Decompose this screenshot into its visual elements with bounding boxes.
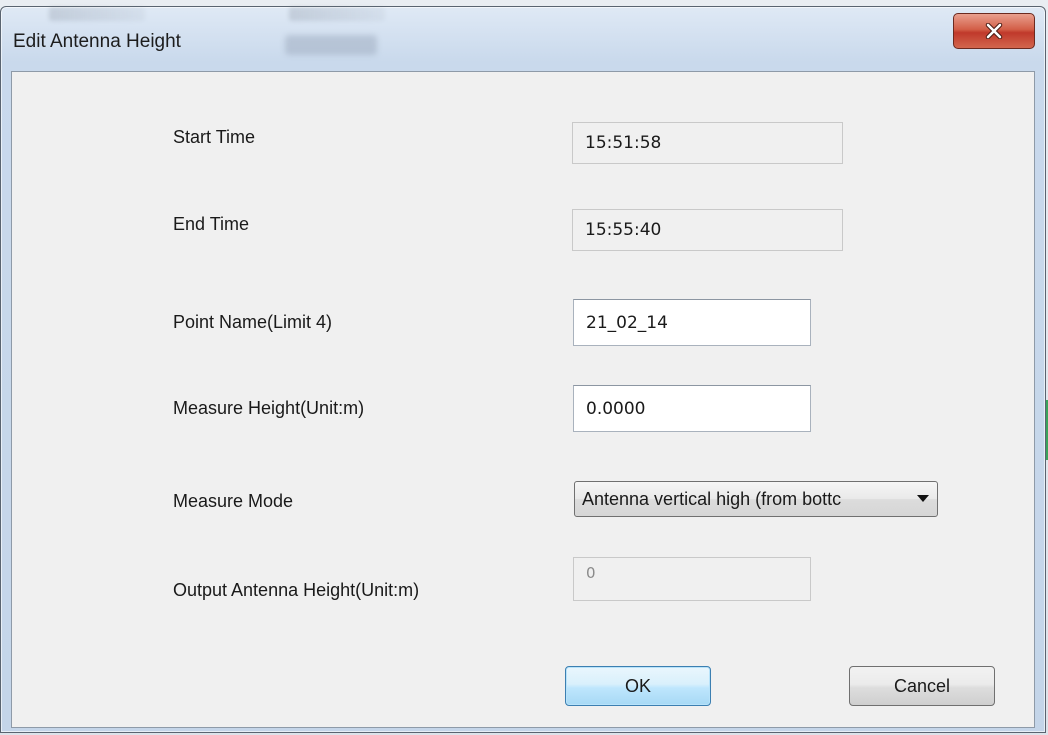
- output-height-label: Output Antenna Height(Unit:m): [173, 580, 420, 600]
- background-blur: [289, 7, 385, 21]
- measure-mode-selected-value: Antenna vertical high (from bottc: [582, 488, 842, 509]
- close-button[interactable]: [953, 13, 1035, 49]
- background-blur: [285, 35, 377, 55]
- measure-mode-label: Measure Mode: [173, 491, 294, 511]
- close-icon: [985, 23, 1003, 39]
- measure-height-input[interactable]: 0.0000: [573, 385, 811, 432]
- output-height-field: 0: [573, 557, 811, 601]
- chevron-down-icon: [917, 495, 929, 502]
- start-time-label: Start Time: [173, 127, 256, 147]
- end-time-label: End Time: [173, 214, 250, 234]
- window-title: Edit Antenna Height: [13, 31, 181, 52]
- ok-button[interactable]: OK: [565, 666, 711, 706]
- measure-mode-select[interactable]: Antenna vertical high (from bottc: [574, 481, 938, 517]
- cancel-button[interactable]: Cancel: [849, 666, 995, 706]
- point-name-input[interactable]: 21_02_14: [573, 299, 811, 346]
- title-bar[interactable]: Edit Antenna Height: [1, 7, 1045, 71]
- edit-antenna-height-dialog: Edit Antenna Height Start Time 15:51:58 …: [0, 6, 1046, 733]
- background-blur: [49, 7, 145, 21]
- measure-height-label: Measure Height(Unit:m): [173, 398, 365, 418]
- point-name-label: Point Name(Limit 4): [173, 312, 333, 332]
- end-time-field: 15:55:40: [572, 209, 843, 251]
- start-time-field: 15:51:58: [572, 122, 843, 164]
- dialog-body: Start Time 15:51:58 End Time 15:55:40 Po…: [11, 71, 1035, 728]
